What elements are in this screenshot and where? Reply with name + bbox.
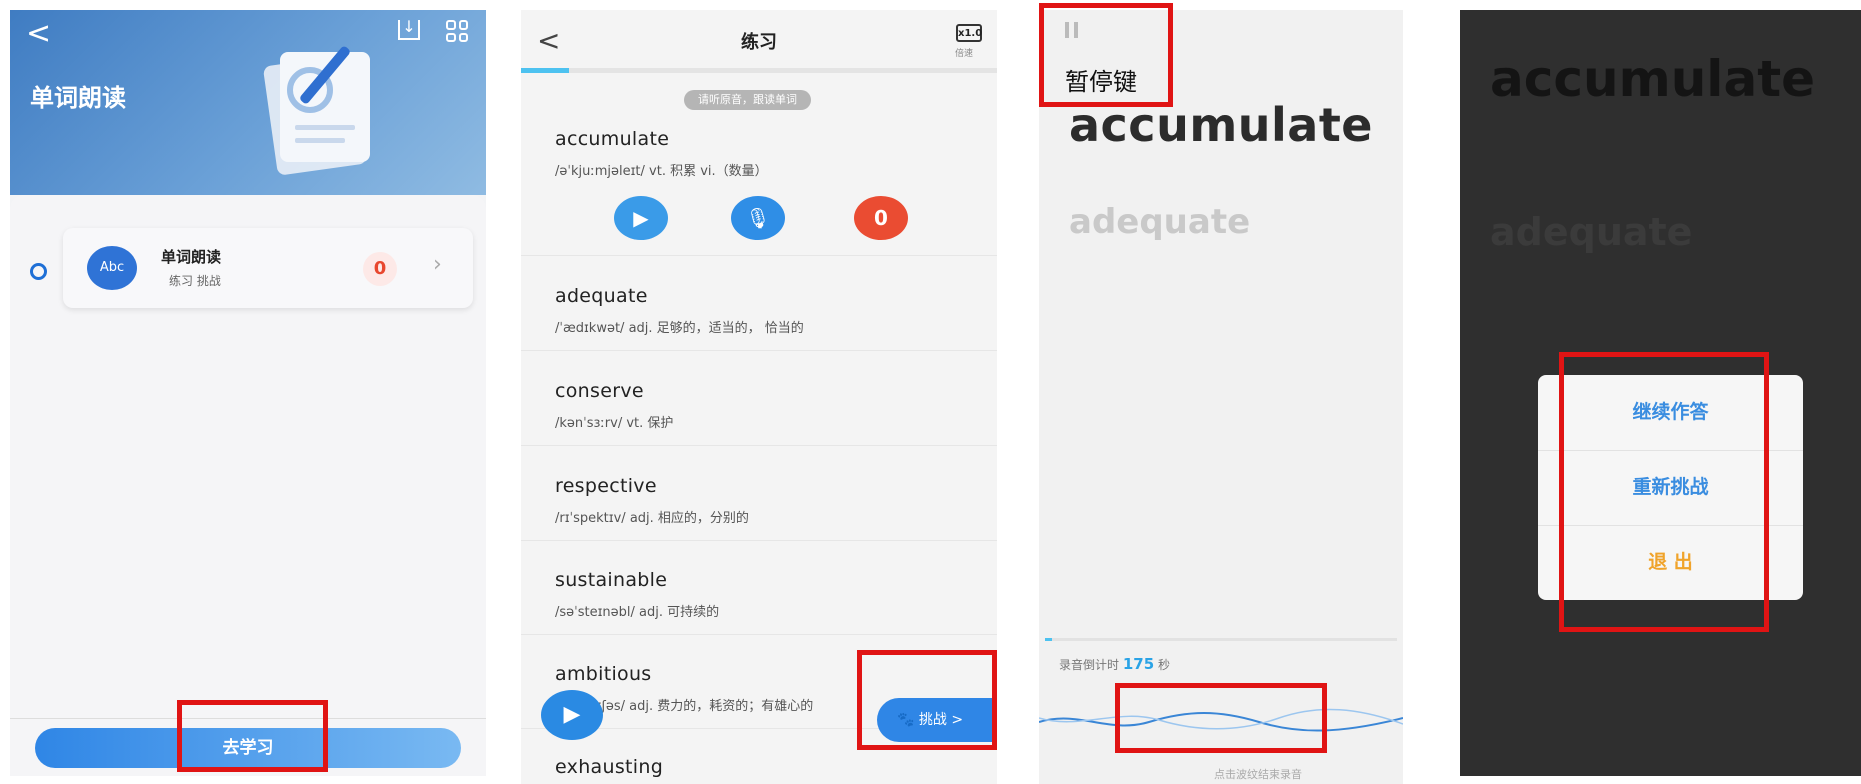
countdown-value: 175 <box>1122 655 1155 673</box>
divider <box>521 634 997 635</box>
divider <box>521 445 997 446</box>
current-word: accumulate <box>1490 50 1815 108</box>
study-home-screen: < ↓ 单词朗读 Abc 单词朗读 练习 挑战 0 › 去学习 <box>10 10 486 776</box>
word-item[interactable]: sustainable /səˈsteɪnəbl/ adj. 可持续的 <box>555 569 719 620</box>
word-definition: /ˈædɪkwət/ adj. 足够的，适当的， 恰当的 <box>555 321 804 336</box>
card-title: 单词朗读 <box>161 248 222 266</box>
recording-progress-bar <box>1045 638 1397 641</box>
word-definition: /kənˈsɜːrv/ vt. 保护 <box>555 416 674 431</box>
word-item[interactable]: respective /rɪˈspektɪv/ adj. 相应的，分别的 <box>555 475 749 526</box>
paw-icon: 🐾 <box>897 712 919 728</box>
word-text: exhausting <box>555 756 664 778</box>
word-definition: /səˈsteɪnəbl/ adj. 可持续的 <box>555 605 720 620</box>
play-button[interactable]: ▶ <box>614 196 668 240</box>
divider <box>521 255 997 256</box>
word-item[interactable]: conserve /kənˈsɜːrv/ vt. 保护 <box>555 380 673 431</box>
pause-icon[interactable] <box>1065 22 1079 38</box>
pause-label: 暂停键 <box>1065 68 1137 96</box>
word-definition: /rɪˈspektɪv/ adj. 相应的，分别的 <box>555 511 749 526</box>
word-text: respective <box>555 475 657 497</box>
word-definition: /əˈkjuːmjəleɪt/ vt. 积累 vi.（数量） <box>555 164 768 179</box>
countdown-unit: 秒 <box>1157 658 1170 672</box>
word-item[interactable]: adequate /ˈædɪkwət/ adj. 足够的，适当的， 恰当的 <box>555 285 804 336</box>
speed-icon[interactable]: x1.0 <box>956 24 982 42</box>
page-title: 练习 <box>741 32 777 53</box>
continue-button[interactable]: 继续作答 <box>1538 375 1803 450</box>
pause-dialog: 继续作答 重新挑战 退 出 <box>1538 375 1803 600</box>
next-word: adequate <box>1490 210 1693 254</box>
grid-menu-icon[interactable] <box>446 20 468 42</box>
word-text: sustainable <box>555 569 668 591</box>
word-text: accumulate <box>555 128 670 150</box>
recording-screen: 暂停键 accumulate adequate 录音倒计时 175 秒 点击波纹… <box>1039 10 1403 784</box>
current-word: accumulate <box>1069 98 1373 152</box>
countdown-prefix: 录音倒计时 <box>1059 658 1120 672</box>
exit-button[interactable]: 退 出 <box>1538 525 1803 600</box>
score-button[interactable]: 0 <box>854 196 908 240</box>
bottom-divider <box>10 718 486 719</box>
divider <box>521 350 997 351</box>
word-reading-card[interactable]: Abc 单词朗读 练习 挑战 0 › <box>63 228 473 308</box>
go-study-button[interactable]: 去学习 <box>35 728 461 768</box>
word-item[interactable]: exhausting <box>555 756 663 778</box>
waveform-icon[interactable] <box>1039 700 1403 740</box>
progress-bar <box>521 68 997 73</box>
document-illustration-icon <box>263 46 370 175</box>
abc-badge-icon: Abc <box>87 246 137 290</box>
word-item[interactable]: accumulate /əˈkjuːmjəleɪt/ vt. 积累 vi.（数量… <box>555 128 768 179</box>
challenge-button[interactable]: 🐾 挑战 > <box>877 698 997 742</box>
hint-pill: 请听原音，跟读单词 <box>684 90 811 110</box>
word-text: conserve <box>555 380 644 402</box>
divider <box>521 540 997 541</box>
countdown: 录音倒计时 175 秒 <box>1059 655 1170 673</box>
challenge-label: 挑战 > <box>918 712 964 728</box>
back-icon[interactable]: < <box>26 16 51 51</box>
progress-fill <box>1045 638 1053 641</box>
word-text: ambitious <box>555 663 652 685</box>
download-icon[interactable]: ↓ <box>398 19 420 40</box>
chevron-right-icon[interactable]: › <box>433 252 442 277</box>
progress-fill <box>521 68 569 73</box>
restart-challenge-button[interactable]: 重新挑战 <box>1538 450 1803 525</box>
microphone-button[interactable]: 🎙 <box>731 196 785 240</box>
header-banner: < ↓ 单词朗读 <box>10 10 486 195</box>
word-text: adequate <box>555 285 648 307</box>
card-subtitle: 练习 挑战 <box>169 274 221 288</box>
pause-dialog-screen: accumulate adequate 继续作答 重新挑战 退 出 <box>1460 10 1861 776</box>
practice-screen: < 练习 x1.0 倍速 请听原音，跟读单词 accumulate /əˈkju… <box>521 10 997 784</box>
page-title: 单词朗读 <box>30 84 126 112</box>
speed-label: 倍速 <box>955 49 974 59</box>
timeline-dot-icon <box>30 263 47 280</box>
next-word: adequate <box>1069 202 1251 242</box>
score-badge: 0 <box>363 252 397 286</box>
end-recording-hint: 点击波纹结束录音 <box>1214 768 1302 781</box>
play-fab-button[interactable]: ▶ <box>541 690 603 740</box>
